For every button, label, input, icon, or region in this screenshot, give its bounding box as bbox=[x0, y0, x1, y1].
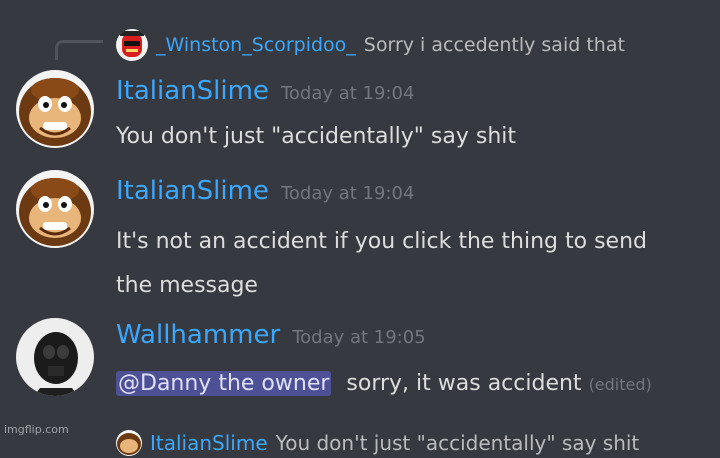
reply-text[interactable]: Sorry i accedently said that bbox=[364, 34, 625, 56]
watermark: imgflip.com bbox=[4, 423, 69, 436]
message-timestamp: Today at 19:04 bbox=[280, 183, 415, 204]
user-mention[interactable]: @Danny the owner bbox=[116, 371, 332, 396]
donkey-kong-avatar-icon[interactable] bbox=[16, 170, 94, 248]
red-mask-avatar-icon bbox=[116, 29, 148, 61]
donkey-kong-avatar-icon[interactable] bbox=[16, 70, 94, 148]
message-author[interactable]: ItalianSlime bbox=[116, 176, 269, 206]
message-text-line: It's not an accident if you click the th… bbox=[116, 229, 647, 254]
message-timestamp: Today at 19:05 bbox=[292, 327, 426, 348]
reply-author[interactable]: _Winston_Scorpidoo_ bbox=[156, 34, 356, 56]
edited-label: (edited) bbox=[588, 375, 652, 394]
message-text: sorry, it was accident bbox=[346, 371, 582, 396]
message-author[interactable]: ItalianSlime bbox=[116, 76, 269, 106]
reply-preview[interactable]: ItalianSlime You don't just "accidentall… bbox=[116, 428, 639, 458]
donkey-kong-avatar-icon bbox=[116, 430, 142, 456]
reply-text[interactable]: You don't just "accidentally" say shit bbox=[276, 431, 640, 455]
reply-connector bbox=[55, 40, 103, 60]
reply-preview[interactable]: _Winston_Scorpidoo_ Sorry i accedently s… bbox=[116, 28, 625, 62]
reply-author[interactable]: ItalianSlime bbox=[150, 431, 268, 455]
stormtrooper-avatar-icon[interactable] bbox=[16, 318, 94, 396]
message-text: You don't just "accidentally" say shit bbox=[116, 124, 516, 149]
message-text-line: the message bbox=[116, 273, 258, 298]
message-timestamp: Today at 19:04 bbox=[280, 83, 415, 104]
message-author[interactable]: Wallhammer bbox=[116, 320, 280, 350]
